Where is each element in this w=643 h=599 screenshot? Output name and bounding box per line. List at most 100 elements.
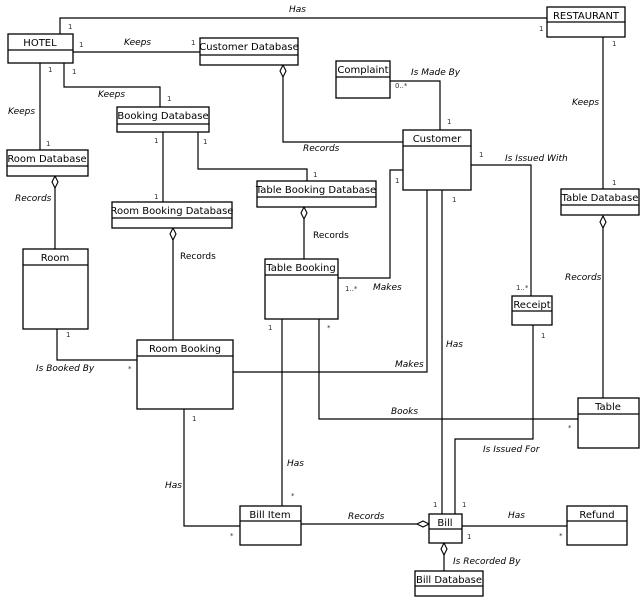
class-name: Bill	[437, 518, 452, 529]
class-name: Room	[41, 253, 69, 264]
multiplicity: 1	[462, 501, 466, 509]
multiplicity: 1	[313, 171, 317, 179]
class-name: Bill Item	[249, 510, 290, 521]
label-is-issued-for: Is Issued For	[483, 445, 541, 455]
multiplicity: *	[559, 532, 563, 540]
class-name: Customer Database	[199, 42, 298, 53]
line-hotel-restaurant	[59, 17, 547, 34]
class-name: Bill Database	[416, 575, 482, 586]
multiplicity: 1	[154, 193, 158, 201]
multiplicity: 1	[191, 39, 195, 47]
class-complaint[interactable]: Complaint	[335, 60, 391, 99]
class-room-booking[interactable]: Room Booking	[136, 339, 234, 410]
multiplicity: 1	[467, 533, 471, 541]
line-room-booking-bill-item	[183, 409, 240, 527]
line-booking-db-table-booking-db	[197, 132, 308, 181]
multiplicity: *	[291, 492, 295, 500]
class-name: Table Database	[561, 193, 639, 204]
class-room-booking-database[interactable]: Room Booking Database	[111, 201, 234, 229]
label-keeps: Keeps	[8, 107, 35, 117]
label-is-issued-with: Is Issued With	[505, 154, 568, 164]
class-table-booking[interactable]: Table Booking	[264, 258, 339, 320]
class-name: Booking Database	[117, 111, 208, 122]
multiplicity: 1	[66, 331, 70, 339]
multiplicity: 1..*	[516, 284, 529, 292]
label-records: Records	[303, 144, 340, 154]
aggregation-diamond-icon	[415, 520, 431, 528]
class-table-booking-database[interactable]: Table Booking Database	[255, 180, 377, 208]
multiplicity: *	[230, 532, 234, 540]
class-room[interactable]: Room	[22, 248, 89, 330]
multiplicity: *	[327, 324, 331, 332]
label-keeps: Keeps	[572, 98, 599, 108]
multiplicity: 1	[46, 140, 50, 148]
aggregation-diamond-icon	[51, 174, 59, 190]
multiplicity: 1	[433, 501, 437, 509]
aggregation-diamond-icon	[279, 63, 287, 79]
class-name: Table	[594, 402, 621, 413]
line-customer-receipt	[471, 164, 532, 296]
label-is-booked-by: Is Booked By	[36, 364, 95, 374]
class-booking-database[interactable]: Booking Database	[116, 106, 210, 133]
class-customer-database[interactable]: Customer Database	[199, 37, 299, 66]
class-bill-item[interactable]: Bill Item	[239, 505, 302, 546]
aggregation-diamond-icon	[300, 205, 308, 221]
class-name: Receipt	[513, 300, 550, 311]
aggregation-diamond-icon	[599, 214, 607, 230]
multiplicity: *	[128, 365, 132, 373]
line-table-booking-table	[318, 319, 578, 420]
class-receipt[interactable]: Receipt	[511, 295, 553, 326]
class-name: Table Booking	[265, 263, 335, 274]
multiplicity: 0..*	[395, 82, 408, 90]
class-hotel[interactable]: HOTEL	[7, 33, 74, 64]
class-room-database[interactable]: Room Database	[6, 149, 89, 177]
class-bill-database[interactable]: Bill Database	[414, 570, 484, 597]
uml-class-diagram: HOTEL RESTAURANT Customer Database Booki…	[6, 5, 640, 597]
multiplicity: 1	[452, 196, 456, 204]
label-records: Records	[348, 512, 385, 522]
label-records: Records	[15, 194, 52, 204]
multiplicity: 1	[539, 25, 543, 33]
multiplicity: 1	[72, 68, 76, 76]
label-makes: Makes	[373, 283, 402, 293]
multiplicity: 1	[203, 138, 207, 146]
multiplicity: 1	[612, 40, 616, 48]
class-name: Customer	[413, 134, 462, 145]
class-name: Table Booking Database	[255, 185, 376, 196]
label-books: Books	[391, 407, 418, 417]
class-table-database[interactable]: Table Database	[560, 188, 640, 216]
multiplicity: 1	[268, 324, 272, 332]
multiplicity: *	[568, 424, 572, 432]
label-records: Records	[565, 273, 602, 283]
multiplicity: 1	[541, 332, 545, 340]
class-table[interactable]: Table	[577, 397, 640, 449]
label-has: Has	[165, 481, 182, 491]
multiplicity: 1	[192, 415, 196, 423]
multiplicity: 1	[395, 177, 399, 185]
multiplicity: 1	[612, 179, 616, 187]
label-has: Has	[446, 340, 463, 350]
multiplicity: 1	[447, 118, 451, 126]
label-makes: Makes	[395, 360, 424, 370]
class-name: HOTEL	[23, 38, 57, 49]
class-name: Complaint	[337, 65, 388, 76]
class-name: Room Database	[7, 154, 86, 165]
class-restaurant[interactable]: RESTAURANT	[546, 6, 626, 38]
label-records: Records	[180, 252, 216, 262]
multiplicity: 1	[48, 66, 52, 74]
class-customer[interactable]: Customer	[402, 129, 472, 191]
class-refund[interactable]: Refund	[566, 505, 628, 546]
class-name: Room Booking Database	[111, 206, 234, 217]
label-is-made-by: Is Made By	[411, 68, 461, 78]
multiplicity: 1	[68, 23, 72, 31]
class-bill[interactable]: Bill	[428, 513, 463, 544]
multiplicity: 1	[154, 137, 158, 145]
multiplicity: 1	[79, 41, 83, 49]
multiplicity: 1	[167, 95, 171, 103]
class-name: Room Booking	[149, 344, 221, 355]
label-is-recorded-by: Is Recorded By	[453, 557, 521, 567]
multiplicity: 1	[479, 151, 483, 159]
label-keeps: Keeps	[98, 90, 125, 100]
line-hotel-booking-db	[63, 63, 161, 107]
label-has: Has	[508, 511, 525, 521]
